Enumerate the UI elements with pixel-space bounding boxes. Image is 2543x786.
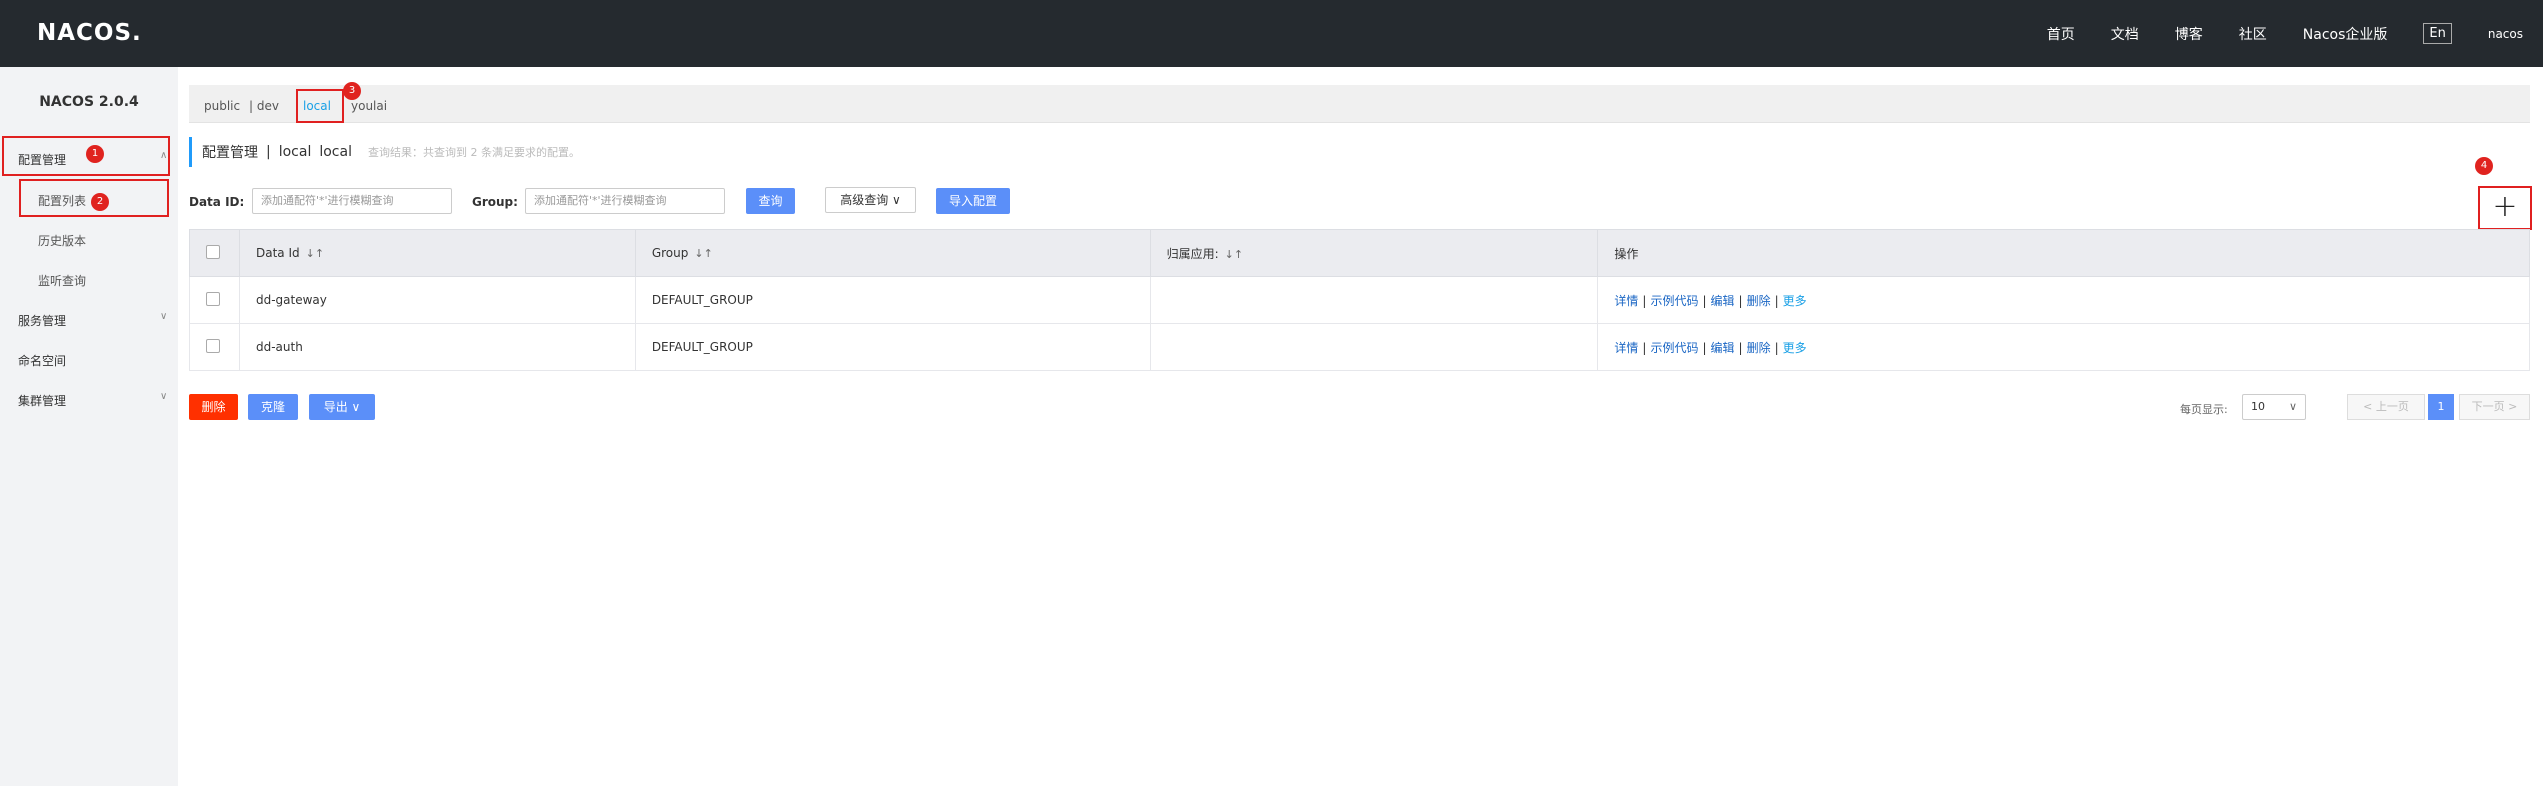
sidebar-item-history[interactable]: 历史版本 [38, 232, 86, 249]
detail-link[interactable]: 详情 [1614, 294, 1638, 308]
dataid-label: Data ID: [189, 195, 245, 209]
page-size-label: 每页显示: [2180, 403, 2228, 416]
chevron-down-icon: ∨ [160, 311, 168, 322]
edit-link[interactable]: 编辑 [1711, 294, 1735, 308]
select-all-checkbox[interactable] [206, 244, 220, 259]
delete-link[interactable]: 删除 [1747, 294, 1771, 308]
nacos-logo[interactable]: NACOS. [37, 20, 142, 46]
header-app-label: 归属应用: [1166, 246, 1219, 261]
detail-link[interactable]: 详情 [1614, 341, 1638, 355]
sort-icon[interactable]: ↓↑ [694, 247, 712, 260]
namespace-dev[interactable]: | dev [249, 99, 279, 113]
nav-docs[interactable]: 文档 [2111, 24, 2139, 44]
title-separator: | [266, 144, 271, 160]
page-title: 配置管理 | local local 查询结果：共查询到 2 条满足要求的配置。 [189, 137, 580, 167]
row-select-cell [189, 276, 240, 324]
table-row: dd-gateway DEFAULT_GROUP 详情 | 示例代码 | 编辑 | 删除 | 更… [189, 276, 2530, 324]
row-select-cell [189, 323, 240, 371]
sample-code-link[interactable]: 示例代码 [1650, 294, 1698, 308]
sort-icon[interactable]: ↓↑ [1225, 248, 1243, 261]
cell-app [1149, 276, 1599, 324]
header-app[interactable]: 归属应用: ↓↑ [1149, 229, 1599, 277]
user-menu[interactable]: nacos [2488, 27, 2523, 41]
sample-code-link[interactable]: 示例代码 [1650, 341, 1698, 355]
table-header-row: Data Id ↓↑ Group ↓↑ 归属应用: ↓↑ 操作 [189, 229, 2530, 277]
nav-enterprise[interactable]: Nacos企业版 [2303, 24, 2388, 44]
header-group-label: Group [651, 246, 689, 260]
select-all-cell [189, 229, 240, 277]
row-checkbox[interactable] [206, 338, 220, 353]
cell-ops: 详情 | 示例代码 | 编辑 | 删除 | 更多 [1597, 276, 2530, 324]
clone-button[interactable]: 克隆 [248, 394, 298, 420]
top-navbar: NACOS. 首页 文档 博客 社区 Nacos企业版 En nacos [0, 0, 2543, 67]
export-button[interactable]: 导出 ∨ [309, 394, 375, 420]
cell-app [1149, 323, 1599, 371]
sidebar-item-cluster-mgmt[interactable]: 集群管理 [18, 392, 66, 409]
query-button[interactable]: 查询 [746, 188, 795, 214]
add-config-button[interactable]: + [2478, 186, 2532, 230]
namespace-name: local [278, 144, 312, 160]
step-badge: 3 [343, 82, 361, 100]
language-toggle[interactable]: En [2423, 23, 2452, 44]
prev-page-button[interactable]: < 上一页 [2347, 394, 2425, 420]
chevron-down-icon: ∨ [2288, 400, 2297, 413]
query-result-hint: 查询结果：共查询到 2 条满足要求的配置。 [367, 146, 580, 159]
delete-link[interactable]: 删除 [1747, 341, 1771, 355]
header-dataid[interactable]: Data Id ↓↑ [238, 229, 636, 277]
highlight-box [296, 89, 344, 123]
sidebar-item-namespace[interactable]: 命名空间 [18, 352, 66, 369]
header-ops: 操作 [1597, 229, 2530, 277]
sidebar-item-listen-query[interactable]: 监听查询 [38, 272, 86, 289]
page-size-value: 10 [2251, 400, 2265, 413]
config-table: Data Id ↓↑ Group ↓↑ 归属应用: ↓↑ 操作 dd-gateway … [189, 229, 2530, 371]
batch-delete-button[interactable]: 删除 [189, 394, 238, 420]
cell-dataid: dd-gateway [238, 276, 636, 324]
next-page-button[interactable]: 下一页 > [2459, 394, 2530, 420]
page-1-button[interactable]: 1 [2428, 394, 2454, 420]
table-row: dd-auth DEFAULT_GROUP 详情 | 示例代码 | 编辑 | 删除 | 更多 [189, 323, 2530, 371]
cell-dataid: dd-auth [238, 323, 636, 371]
header-group[interactable]: Group ↓↑ [634, 229, 1151, 277]
page-title-main: 配置管理 [202, 145, 258, 161]
cell-ops: 详情 | 示例代码 | 编辑 | 删除 | 更多 [1597, 323, 2530, 371]
chevron-down-icon: ∨ [160, 391, 168, 402]
edit-link[interactable]: 编辑 [1711, 341, 1735, 355]
more-link[interactable]: 更多 [1783, 341, 1807, 355]
row-checkbox[interactable] [206, 291, 220, 306]
namespace-bar: public | dev local youlai [189, 85, 2530, 123]
namespace-youlai[interactable]: youlai [351, 99, 387, 113]
sidebar-item-service-mgmt[interactable]: 服务管理 [18, 312, 66, 329]
sort-icon[interactable]: ↓↑ [306, 247, 324, 260]
import-config-button[interactable]: 导入配置 [936, 188, 1010, 214]
nav-community[interactable]: 社区 [2239, 24, 2267, 44]
top-nav-menu: 首页 文档 博客 社区 Nacos企业版 En nacos [2011, 0, 2523, 67]
step-badge: 1 [86, 145, 104, 163]
namespace-public[interactable]: public [204, 99, 240, 113]
advanced-query-button[interactable]: 高级查询 ∨ [825, 187, 916, 213]
group-label: Group: [472, 195, 518, 209]
nav-home[interactable]: 首页 [2047, 24, 2075, 44]
version-label: NACOS 2.0.4 [39, 94, 139, 110]
nav-blog[interactable]: 博客 [2175, 24, 2203, 44]
page-size-select[interactable]: 10 ∨ [2242, 394, 2306, 420]
header-dataid-label: Data Id [255, 246, 300, 260]
group-input[interactable]: 添加通配符'*'进行模糊查询 [525, 188, 725, 214]
cell-group: DEFAULT_GROUP [634, 323, 1151, 371]
step-badge: 2 [91, 193, 109, 211]
dataid-input[interactable]: 添加通配符'*'进行模糊查询 [252, 188, 452, 214]
namespace-id: local [319, 144, 352, 160]
cell-group: DEFAULT_GROUP [634, 276, 1151, 324]
step-badge: 4 [2475, 157, 2493, 175]
more-link[interactable]: 更多 [1783, 294, 1807, 308]
